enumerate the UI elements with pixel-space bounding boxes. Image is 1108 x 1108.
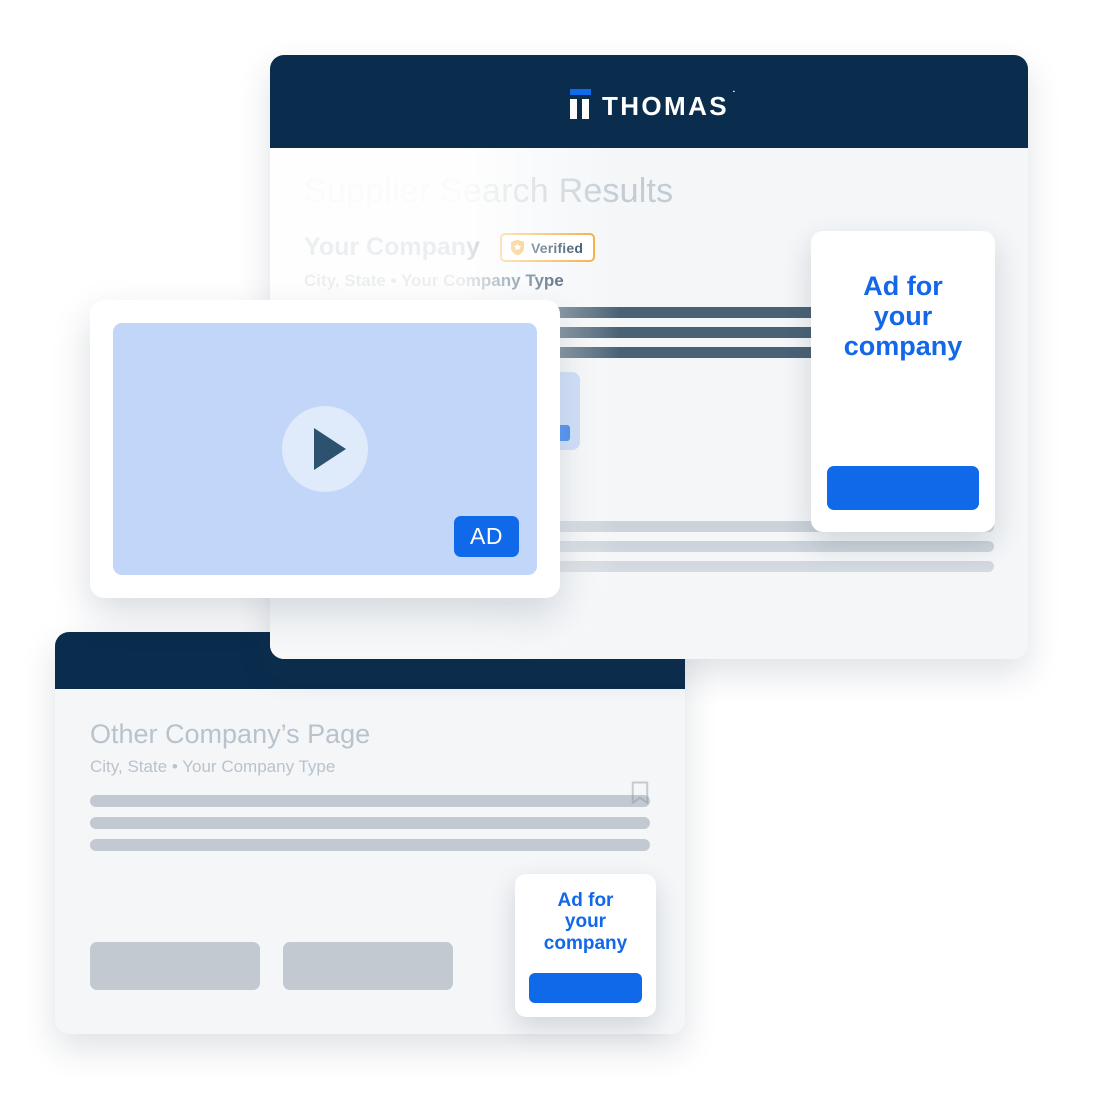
illustration-canvas: THOMAS ˙ Supplier Search Results Your Com… [0, 0, 1108, 1108]
placeholder-block [90, 942, 260, 990]
ad-headline-line-3: company [843, 331, 963, 362]
listing-company-name: Your Company [304, 233, 480, 261]
page-title: Supplier Search Results [304, 172, 674, 210]
video-ad-card[interactable]: AD [90, 300, 560, 598]
ad-badge: AD [454, 516, 519, 557]
video-frame[interactable]: AD [113, 323, 537, 575]
ad-cta-button-small[interactable] [529, 973, 642, 1003]
skeleton-bar [90, 817, 650, 829]
ad-headline-line-1: Ad for [863, 271, 943, 301]
other-company-meta: City, State • Your Company Type [90, 757, 336, 776]
trademark-icon: ˙ [731, 89, 739, 102]
ad-headline-line-1: Ad for [557, 890, 614, 911]
play-button[interactable] [282, 406, 368, 492]
ad-card-small[interactable]: Ad for your company [515, 874, 656, 1017]
bookmark-icon [631, 781, 649, 804]
verified-label: Verified [530, 239, 584, 256]
ad-headline-line-2: your [873, 301, 933, 332]
skeleton-bar [90, 795, 650, 807]
other-company-skeleton-bars [90, 795, 650, 851]
ad-cta-button-large[interactable] [827, 466, 979, 510]
placeholder-block [283, 942, 453, 990]
ad-headline-line-3: company [543, 932, 628, 954]
shield-star-icon [510, 239, 524, 256]
thomas-logo-wordmark: THOMAS ˙ [601, 89, 739, 121]
bookmark-button-other-company[interactable] [630, 781, 650, 805]
thomas-logo[interactable]: THOMAS ˙ [569, 88, 739, 121]
thomas-navbar: THOMAS ˙ [270, 55, 1028, 148]
other-company-title: Other Company’s Page [90, 719, 371, 749]
ad-headline-small: Ad for your company [544, 890, 627, 954]
status-badge-verified: Verified [499, 233, 596, 262]
play-icon [313, 428, 346, 470]
ad-headline-large: Ad for your company [844, 271, 963, 362]
other-company-block-row [90, 942, 453, 990]
ad-headline-line-2: your [564, 911, 607, 933]
ad-card-large[interactable]: Ad for your company [811, 231, 995, 532]
thomas-logo-mark-icon [569, 88, 593, 119]
skeleton-bar [90, 839, 650, 851]
